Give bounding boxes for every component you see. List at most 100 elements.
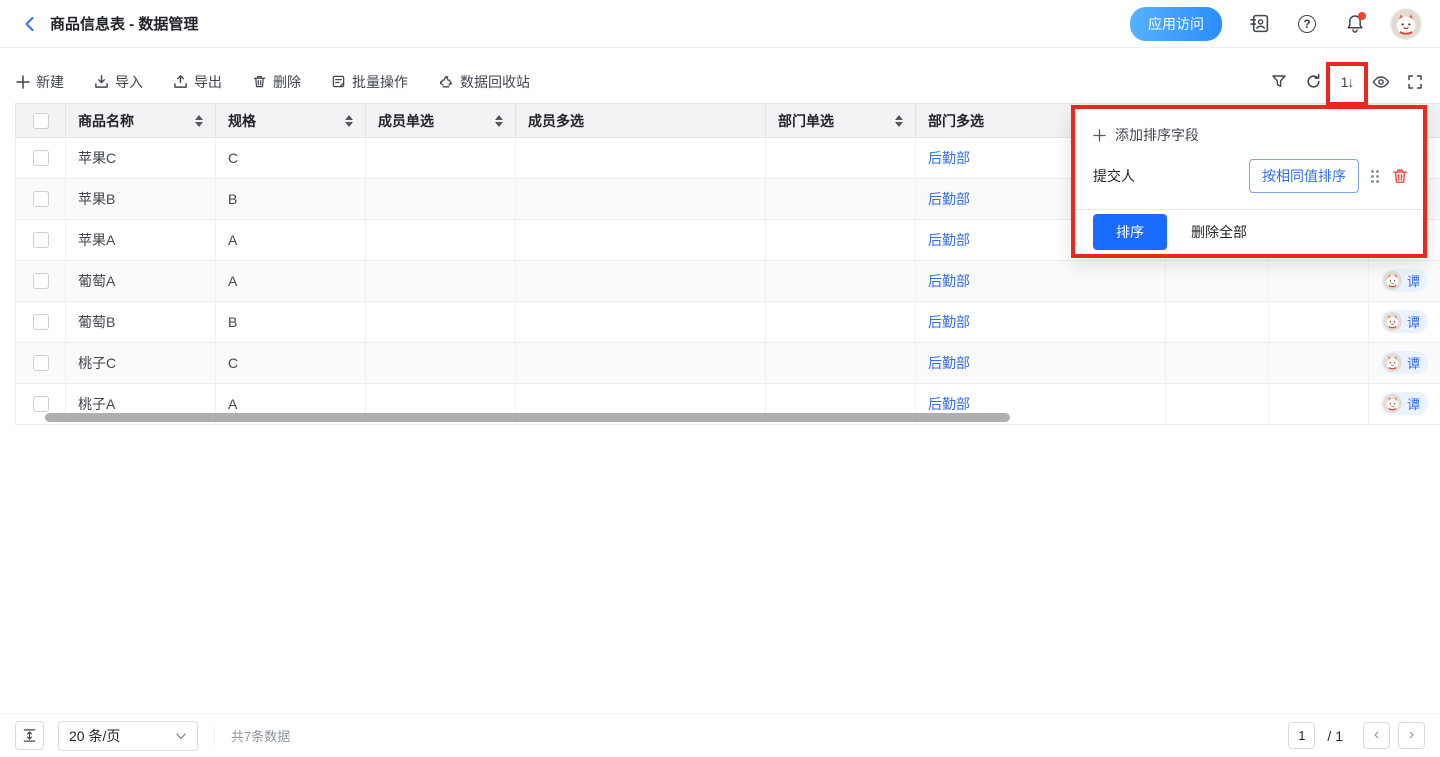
sort-field-row: 提交人 按相同值排序 bbox=[1075, 145, 1423, 193]
filter-icon[interactable] bbox=[1270, 73, 1288, 91]
column-header-spec[interactable]: 规格 bbox=[216, 104, 366, 138]
current-page-box[interactable]: 1 bbox=[1288, 722, 1315, 749]
sort-icon[interactable]: 1↓ bbox=[1338, 73, 1356, 91]
back-button[interactable] bbox=[18, 12, 42, 36]
recycle-bin-button[interactable]: 数据回收站 bbox=[438, 72, 530, 92]
import-button[interactable]: 导入 bbox=[94, 72, 143, 92]
row-height-icon bbox=[22, 728, 37, 743]
app-access-button[interactable]: 应用访问 bbox=[1130, 7, 1222, 41]
batch-operation-button[interactable]: 批量操作 bbox=[331, 72, 408, 92]
row-checkbox[interactable] bbox=[33, 396, 49, 412]
select-all-checkbox[interactable] bbox=[33, 113, 49, 129]
cell-spec: C bbox=[216, 343, 366, 384]
submitter-chip[interactable]: 谭 bbox=[1381, 269, 1428, 292]
contacts-icon[interactable] bbox=[1248, 13, 1270, 35]
department-tag-link[interactable]: 后勤部 bbox=[928, 232, 970, 248]
table-row: 葡萄BB后勤部谭 bbox=[16, 302, 1440, 343]
department-tag-link[interactable]: 后勤部 bbox=[928, 396, 970, 412]
cell-dept_single bbox=[766, 261, 916, 302]
sort-confirm-button[interactable]: 排序 bbox=[1093, 214, 1167, 250]
sort-carets-icon[interactable] bbox=[195, 115, 203, 127]
new-record-button[interactable]: 新建 bbox=[16, 72, 64, 92]
delete-button[interactable]: 删除 bbox=[252, 72, 301, 92]
sort-field-name: 提交人 bbox=[1093, 166, 1135, 186]
cell-member_single bbox=[366, 138, 516, 179]
user-avatar[interactable] bbox=[1390, 8, 1422, 40]
column-header-name[interactable]: 商品名称 bbox=[66, 104, 216, 138]
footer-divider bbox=[214, 726, 215, 746]
refresh-icon[interactable] bbox=[1304, 73, 1322, 91]
row-checkbox[interactable] bbox=[33, 314, 49, 330]
remove-field-trash-icon[interactable] bbox=[1391, 167, 1409, 185]
view-toolbar: 1↓ bbox=[1254, 73, 1424, 91]
row-checkbox[interactable] bbox=[33, 273, 49, 289]
total-records-text: 共7条数据 bbox=[231, 726, 290, 745]
department-tag-link[interactable]: 后勤部 bbox=[928, 273, 970, 289]
fullscreen-icon[interactable] bbox=[1406, 73, 1424, 91]
cell-spec: A bbox=[216, 261, 366, 302]
next-page-button[interactable]: › bbox=[1398, 722, 1425, 749]
row-checkbox[interactable] bbox=[33, 150, 49, 166]
cell-member_single bbox=[366, 179, 516, 220]
row-checkbox[interactable] bbox=[33, 191, 49, 207]
plus-icon bbox=[1093, 129, 1106, 142]
submitter-name: 谭 bbox=[1407, 394, 1420, 413]
footer-bar: 20 条/页 共7条数据 1 / 1 ‹ › bbox=[0, 713, 1440, 757]
cell-dept_single bbox=[766, 343, 916, 384]
cell-spec: C bbox=[216, 138, 366, 179]
cell-member_multi bbox=[516, 302, 766, 343]
submitter-name: 谭 bbox=[1407, 271, 1420, 290]
department-tag-link[interactable]: 后勤部 bbox=[928, 355, 970, 371]
cell-extra2 bbox=[1269, 384, 1369, 425]
column-label: 规格 bbox=[228, 111, 256, 131]
submitter-chip[interactable]: 谭 bbox=[1381, 310, 1428, 333]
delete-icon bbox=[252, 74, 267, 89]
submitter-chip[interactable]: 谭 bbox=[1381, 392, 1428, 415]
column-label: 成员多选 bbox=[528, 111, 584, 131]
delete-all-button[interactable]: 删除全部 bbox=[1191, 222, 1247, 242]
cell-submitter: 谭 bbox=[1369, 343, 1440, 384]
sort-carets-icon[interactable] bbox=[895, 115, 903, 127]
sort-carets-icon[interactable] bbox=[345, 115, 353, 127]
cell-extra1 bbox=[1166, 343, 1269, 384]
cell-dept_single bbox=[766, 179, 916, 220]
notification-icon[interactable] bbox=[1344, 13, 1366, 35]
total-pages-text: / 1 bbox=[1327, 728, 1343, 744]
table-row: 葡萄AA后勤部谭 bbox=[16, 261, 1440, 302]
help-icon[interactable]: ? bbox=[1296, 13, 1318, 35]
horizontal-scrollbar[interactable] bbox=[45, 413, 1010, 422]
page-size-select[interactable]: 20 条/页 bbox=[58, 721, 198, 751]
same-value-sort-button[interactable]: 按相同值排序 bbox=[1249, 159, 1359, 193]
prev-page-button[interactable]: ‹ bbox=[1363, 722, 1390, 749]
cell-dept_multi: 后勤部 bbox=[916, 302, 1166, 343]
cell-dept_multi: 后勤部 bbox=[916, 343, 1166, 384]
cell-checkbox bbox=[16, 179, 66, 220]
cell-member_single bbox=[366, 302, 516, 343]
drag-handle-icon[interactable] bbox=[1371, 170, 1379, 183]
department-tag-link[interactable]: 后勤部 bbox=[928, 314, 970, 330]
submitter-chip[interactable]: 谭 bbox=[1381, 351, 1428, 374]
cell-submitter: 谭 bbox=[1369, 384, 1440, 425]
add-sort-field-button[interactable]: 添加排序字段 bbox=[1075, 109, 1423, 145]
row-height-button[interactable] bbox=[15, 721, 44, 750]
cell-extra2 bbox=[1269, 302, 1369, 343]
column-header-member_single[interactable]: 成员单选 bbox=[366, 104, 516, 138]
department-tag-link[interactable]: 后勤部 bbox=[928, 150, 970, 166]
cell-member_multi bbox=[516, 138, 766, 179]
row-checkbox[interactable] bbox=[33, 355, 49, 371]
action-toolbar: 新建 导入 导出 删除 批量操作 bbox=[0, 48, 1440, 103]
cell-member_single bbox=[366, 261, 516, 302]
row-checkbox[interactable] bbox=[33, 232, 49, 248]
sort-carets-icon[interactable] bbox=[495, 115, 503, 127]
import-icon bbox=[94, 74, 109, 89]
department-tag-link[interactable]: 后勤部 bbox=[928, 191, 970, 207]
cell-spec: B bbox=[216, 302, 366, 343]
cell-name: 苹果B bbox=[66, 179, 216, 220]
cell-extra2 bbox=[1269, 343, 1369, 384]
column-header-dept_single[interactable]: 部门单选 bbox=[766, 104, 916, 138]
cell-extra1 bbox=[1166, 261, 1269, 302]
column-header-checkbox[interactable] bbox=[16, 104, 66, 138]
eye-icon[interactable] bbox=[1372, 73, 1390, 91]
export-button[interactable]: 导出 bbox=[173, 72, 222, 92]
table-row: 桃子CC后勤部谭 bbox=[16, 343, 1440, 384]
